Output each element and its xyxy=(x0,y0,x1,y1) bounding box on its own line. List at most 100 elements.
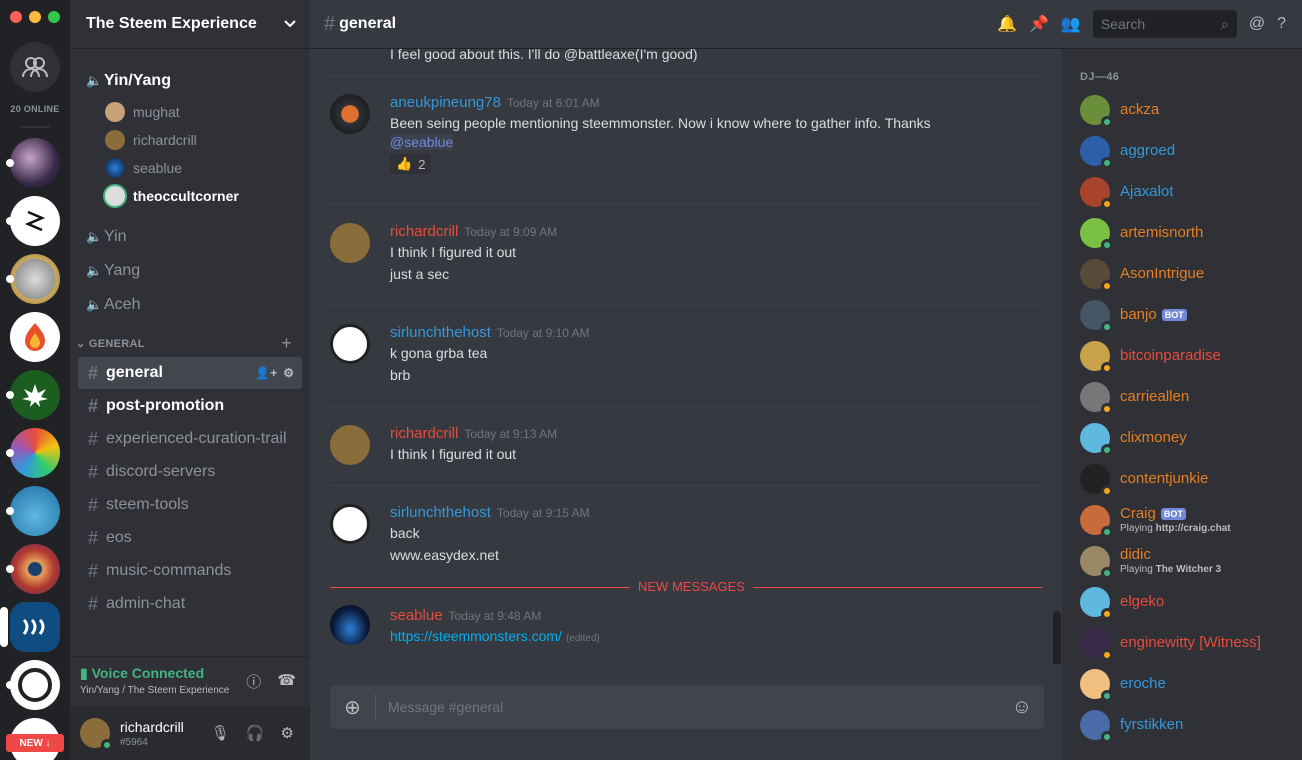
disconnect-icon[interactable]: ☎ xyxy=(277,671,296,692)
avatar xyxy=(1080,545,1113,579)
members-icon[interactable]: 👥 xyxy=(1061,14,1081,34)
message-author[interactable]: seablue xyxy=(390,607,443,624)
member-item[interactable]: clixmoney xyxy=(1062,417,1302,458)
status-dot xyxy=(1101,566,1113,579)
minimize-window-button[interactable] xyxy=(29,11,41,23)
avatar[interactable] xyxy=(330,94,370,134)
channel-label: music-commands xyxy=(106,562,232,579)
message-link[interactable]: https://steemmonsters.com/ xyxy=(390,628,562,644)
message-author[interactable]: richardcrill xyxy=(390,425,458,442)
microphone-icon[interactable]: 🎙 xyxy=(211,724,230,742)
avatar[interactable] xyxy=(330,324,370,364)
unread-pill xyxy=(6,391,14,399)
add-channel-icon[interactable]: + xyxy=(281,333,292,354)
server-icon-steem-radio[interactable] xyxy=(6,660,60,710)
server-icon-eye[interactable] xyxy=(6,544,60,594)
invite-icon[interactable]: 👤+ xyxy=(255,366,277,380)
search-input[interactable]: Search ⌕ xyxy=(1092,10,1237,38)
member-item[interactable]: Craig BOT Playing http://craig.chat xyxy=(1062,499,1302,540)
avatar[interactable] xyxy=(330,223,370,263)
new-messages-label: NEW MESSAGES xyxy=(630,579,753,594)
user-name: richardcrill xyxy=(120,718,184,735)
voice-user[interactable]: mughat xyxy=(70,98,310,126)
voice-channel-yin[interactable]: 🔈 Yin xyxy=(70,220,310,254)
mentions-icon[interactable]: @ xyxy=(1249,15,1265,33)
server-icon-coin[interactable] xyxy=(6,254,60,304)
server-icon-steem-s[interactable] xyxy=(6,196,60,246)
voice-channel-yang[interactable]: 🔈 Yang xyxy=(70,254,310,288)
member-name: banjo xyxy=(1120,306,1157,323)
channel-post-promotion[interactable]: # post-promotion xyxy=(78,390,302,422)
help-icon[interactable]: ? xyxy=(1277,15,1286,33)
message-author[interactable]: richardcrill xyxy=(390,223,458,240)
message-input[interactable]: Message #general xyxy=(388,699,1012,715)
member-item[interactable]: artemisnorth xyxy=(1062,212,1302,253)
server-icon-steem-active[interactable] xyxy=(0,602,60,652)
member-item[interactable]: aggroed xyxy=(1062,130,1302,171)
voice-user-speaking[interactable]: theoccultcorner xyxy=(70,182,310,210)
status-dot xyxy=(1101,607,1113,620)
member-item[interactable]: banjo BOT xyxy=(1062,294,1302,335)
member-item[interactable]: bitcoinparadise xyxy=(1062,335,1302,376)
speaker-icon: 🔈 xyxy=(86,229,103,244)
message-author[interactable]: sirlunchthehost xyxy=(390,504,491,521)
scrollbar-thumb[interactable] xyxy=(1053,611,1061,664)
emoji-picker-icon[interactable]: ☺ xyxy=(1012,696,1032,719)
close-window-button[interactable] xyxy=(10,11,22,23)
bell-icon[interactable]: 🔔 xyxy=(997,14,1017,34)
new-unreads-badge[interactable]: NEW ↓ xyxy=(6,734,64,752)
channel-discord-servers[interactable]: # discord-servers xyxy=(78,456,302,488)
server-icon-nebula[interactable] xyxy=(6,138,60,188)
channel-music-commands[interactable]: # music-commands xyxy=(78,555,302,587)
server-icon-dynamic-steemians[interactable] xyxy=(6,428,60,478)
channel-eos[interactable]: # eos xyxy=(78,522,302,554)
zoom-window-button[interactable] xyxy=(48,11,60,23)
member-item[interactable]: enginewitty [Witness] xyxy=(1062,622,1302,663)
voice-channel-yin-yang[interactable]: 🔈 Yin/Yang xyxy=(70,64,310,98)
voice-user[interactable]: richardcrill xyxy=(70,126,310,154)
server-icon-sharks[interactable] xyxy=(6,486,60,536)
gear-icon[interactable]: ⚙ xyxy=(283,366,294,380)
member-item[interactable]: elgeko xyxy=(1062,581,1302,622)
pin-icon[interactable]: 📌 xyxy=(1029,14,1049,34)
voice-user[interactable]: seablue xyxy=(70,154,310,182)
server-icon-flame[interactable] xyxy=(10,312,60,362)
avatar[interactable] xyxy=(330,504,370,544)
member-item[interactable]: AsonIntrigue xyxy=(1062,253,1302,294)
member-item[interactable]: didic Playing The Witcher 3 xyxy=(1062,540,1302,581)
member-item[interactable]: contentjunkie xyxy=(1062,458,1302,499)
category-general[interactable]: ⌄ GENERAL + xyxy=(70,322,310,354)
message-author[interactable]: aneukpineung78 xyxy=(390,94,501,111)
member-item[interactable]: eroche xyxy=(1062,663,1302,704)
headphones-icon[interactable]: 🎧 xyxy=(246,724,265,742)
member-item[interactable]: Ajaxalot xyxy=(1062,171,1302,212)
message-composer[interactable]: ⊕ Message #general ☺ xyxy=(330,685,1044,729)
channel-experienced-curation-trail[interactable]: # experienced-curation-trail xyxy=(78,423,302,455)
reaction-thumbs-up[interactable]: 👍 2 xyxy=(390,154,432,174)
avatar xyxy=(1080,135,1113,169)
avatar[interactable] xyxy=(80,718,113,751)
message-author[interactable]: sirlunchthehost xyxy=(390,324,491,341)
channel-steem-tools[interactable]: # steem-tools xyxy=(78,489,302,521)
friends-home-button[interactable] xyxy=(10,42,60,92)
server-header[interactable]: The Steem Experience xyxy=(70,0,310,49)
status-dot xyxy=(1101,320,1113,333)
member-item[interactable]: carrieallen xyxy=(1062,376,1302,417)
user-mention[interactable]: @seablue xyxy=(390,134,454,150)
channel-general[interactable]: # general 👤+ ⚙ xyxy=(78,357,302,389)
info-icon[interactable]: ⓘ xyxy=(246,671,261,692)
voice-channel-aceh[interactable]: 🔈 Aceh xyxy=(70,288,310,322)
gear-icon[interactable]: ⚙ xyxy=(281,724,294,742)
voice-channel-label: Yang xyxy=(104,262,141,279)
hash-icon: # xyxy=(88,362,99,383)
member-item[interactable]: ackza xyxy=(1062,89,1302,130)
server-icon-leaf[interactable] xyxy=(6,370,60,420)
avatar[interactable] xyxy=(330,425,370,465)
flame-icon xyxy=(25,323,45,351)
avatar[interactable] xyxy=(330,605,370,645)
discord-app: 20 ONLINE NEW ↓ The Steem Experience 🔈 Yi… xyxy=(0,0,1302,760)
channel-admin-chat[interactable]: # admin-chat xyxy=(78,588,302,620)
message-text: back xyxy=(390,525,420,541)
member-item[interactable]: fyrstikken xyxy=(1062,704,1302,745)
upload-plus-icon[interactable]: ⊕ xyxy=(330,694,376,720)
